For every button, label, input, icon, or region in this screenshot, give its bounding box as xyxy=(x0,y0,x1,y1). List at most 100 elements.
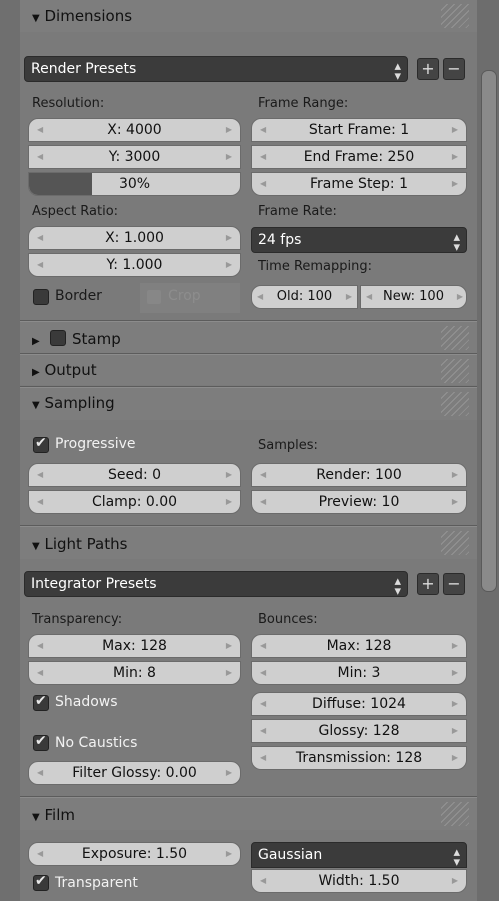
integrator-presets-dropdown[interactable]: Integrator Presets ▴ ▾ xyxy=(24,571,408,598)
panel-header-film[interactable]: ▼ Film xyxy=(20,798,477,830)
left-arrow-icon: ◀ xyxy=(260,470,267,479)
stamp-enable-checkbox[interactable] xyxy=(50,330,66,346)
progressive-checkbox[interactable] xyxy=(33,435,49,453)
no-caustics-label: No Caustics xyxy=(55,735,138,751)
right-arrow-icon: ▶ xyxy=(456,292,463,301)
filter-width-field[interactable]: ◀ Width: 1.50 ▶ xyxy=(251,869,467,893)
pixel-filter-dropdown[interactable]: Gaussian ▴ ▾ xyxy=(251,842,467,869)
panel-header-sampling[interactable]: ▼ Sampling xyxy=(20,388,477,420)
right-arrow-icon: ▶ xyxy=(225,260,232,269)
aspect-y-field[interactable]: ◀ Y: 1.000 ▶ xyxy=(28,253,241,277)
bounces-max-field[interactable]: ◀ Max: 128 ▶ xyxy=(251,634,467,658)
render-presets-label: Render Presets xyxy=(31,61,137,77)
panel-header-light-paths[interactable]: ▼ Light Paths xyxy=(20,527,477,559)
border-label: Border xyxy=(55,288,102,304)
border-checkbox[interactable] xyxy=(33,289,49,305)
right-arrow-icon: ▶ xyxy=(225,641,232,650)
glossy-bounces-field[interactable]: ◀ Glossy: 128 ▶ xyxy=(251,719,467,743)
left-arrow-icon: ◀ xyxy=(260,699,267,708)
drag-handle-icon[interactable] xyxy=(441,802,469,826)
seed-field[interactable]: ◀ Seed: 0 ▶ xyxy=(28,463,241,487)
time-remap-old-field[interactable]: ◀ Old: 100 ▶ xyxy=(251,285,358,309)
left-arrow-icon: ◀ xyxy=(260,179,267,188)
transparency-max-field[interactable]: ◀ Max: 128 ▶ xyxy=(28,634,241,658)
integrator-presets-label: Integrator Presets xyxy=(31,576,157,592)
resolution-percentage-value: 30% xyxy=(118,176,151,192)
left-arrow-icon: ◀ xyxy=(257,292,264,301)
transparency-min-field[interactable]: ◀ Min: 8 ▶ xyxy=(28,661,241,685)
left-arrow-icon: ◀ xyxy=(260,876,267,885)
left-arrow-icon: ◀ xyxy=(260,726,267,735)
diffuse-bounces-field[interactable]: ◀ Diffuse: 1024 ▶ xyxy=(251,692,467,716)
resolution-x-field[interactable]: ◀ X: 4000 ▶ xyxy=(28,118,241,142)
right-arrow-icon: ▶ xyxy=(451,876,458,885)
filter-glossy-field[interactable]: ◀ Filter Glossy: 0.00 ▶ xyxy=(28,761,241,785)
stamp-label: Stamp xyxy=(72,330,121,348)
crop-disabled-overlay xyxy=(140,283,240,313)
bounces-min-field[interactable]: ◀ Min: 3 ▶ xyxy=(251,661,467,685)
right-arrow-icon: ▶ xyxy=(225,768,232,777)
progressive-label: Progressive xyxy=(55,436,136,452)
left-arrow-icon: ◀ xyxy=(37,668,44,677)
exposure-field[interactable]: ◀ Exposure: 1.50 ▶ xyxy=(28,842,241,866)
panel-header-dimensions[interactable]: ▼ Dimensions xyxy=(20,0,477,32)
left-gutter xyxy=(0,0,20,901)
frame-range-label: Frame Range: xyxy=(258,96,349,111)
pixel-filter-value: Gaussian xyxy=(258,847,323,863)
resolution-label: Resolution: xyxy=(32,96,105,111)
collapsed-arrow-icon: ▶ xyxy=(32,336,40,347)
shadows-checkbox[interactable] xyxy=(33,693,49,711)
panel-title-dimensions: ▼ Dimensions xyxy=(32,7,133,25)
right-arrow-icon: ▶ xyxy=(451,753,458,762)
drag-handle-icon[interactable] xyxy=(441,392,469,416)
add-preset-button[interactable]: + xyxy=(417,573,439,595)
time-remap-new-field[interactable]: ◀ New: 100 ▶ xyxy=(360,285,467,309)
start-frame-field[interactable]: ◀ Start Frame: 1 ▶ xyxy=(251,118,467,142)
right-arrow-icon: ▶ xyxy=(451,125,458,134)
drag-handle-icon[interactable] xyxy=(441,359,469,383)
drag-handle-icon[interactable] xyxy=(441,326,469,350)
drag-handle-icon[interactable] xyxy=(441,531,469,555)
add-preset-button[interactable]: + xyxy=(417,58,439,80)
right-arrow-icon: ▶ xyxy=(345,292,352,301)
panel-title-stamp: ▶ xyxy=(32,330,40,348)
panel-header-stamp[interactable]: ▶ Stamp xyxy=(20,322,477,354)
panel-header-output[interactable]: ▶ Output xyxy=(20,355,477,385)
frame-rate-value: 24 fps xyxy=(258,232,302,248)
aspect-ratio-label: Aspect Ratio: xyxy=(32,204,119,219)
no-caustics-checkbox[interactable] xyxy=(33,733,49,751)
shadows-label: Shadows xyxy=(55,694,118,710)
remove-preset-button[interactable]: − xyxy=(443,58,465,80)
frame-rate-label: Frame Rate: xyxy=(258,204,337,219)
preview-samples-field[interactable]: ◀ Preview: 10 ▶ xyxy=(251,490,467,514)
render-samples-field[interactable]: ◀ Render: 100 ▶ xyxy=(251,463,467,487)
left-arrow-icon: ◀ xyxy=(37,497,44,506)
right-arrow-icon: ▶ xyxy=(451,470,458,479)
right-arrow-icon: ▶ xyxy=(451,497,458,506)
left-arrow-icon: ◀ xyxy=(260,641,267,650)
clamp-field[interactable]: ◀ Clamp: 0.00 ▶ xyxy=(28,490,241,514)
right-arrow-icon: ▶ xyxy=(225,125,232,134)
panel-title-film: ▼ Film xyxy=(32,806,75,824)
remove-preset-button[interactable]: − xyxy=(443,573,465,595)
frame-rate-dropdown[interactable]: 24 fps ▴ ▾ xyxy=(251,227,467,254)
left-arrow-icon: ◀ xyxy=(260,125,267,134)
updown-arrows-icon: ▴ ▾ xyxy=(394,59,401,84)
left-arrow-icon: ◀ xyxy=(37,849,44,858)
left-arrow-icon: ◀ xyxy=(260,753,267,762)
right-arrow-icon: ▶ xyxy=(225,233,232,242)
right-arrow-icon: ▶ xyxy=(451,179,458,188)
aspect-x-field[interactable]: ◀ X: 1.000 ▶ xyxy=(28,226,241,250)
transparent-checkbox[interactable] xyxy=(33,873,49,891)
frame-step-field[interactable]: ◀ Frame Step: 1 ▶ xyxy=(251,172,467,196)
resolution-y-field[interactable]: ◀ Y: 3000 ▶ xyxy=(28,145,241,169)
panel-title-sampling: ▼ Sampling xyxy=(32,394,115,412)
left-arrow-icon: ◀ xyxy=(37,260,44,269)
transmission-bounces-field[interactable]: ◀ Transmission: 128 ▶ xyxy=(251,746,467,770)
end-frame-field[interactable]: ◀ End Frame: 250 ▶ xyxy=(251,145,467,169)
drag-handle-icon[interactable] xyxy=(441,4,469,28)
resolution-percentage-slider[interactable]: 30% xyxy=(28,172,241,196)
scrollbar-thumb[interactable] xyxy=(481,70,497,592)
render-presets-dropdown[interactable]: Render Presets ▴ ▾ xyxy=(24,56,408,84)
time-remapping-label: Time Remapping: xyxy=(258,259,373,274)
